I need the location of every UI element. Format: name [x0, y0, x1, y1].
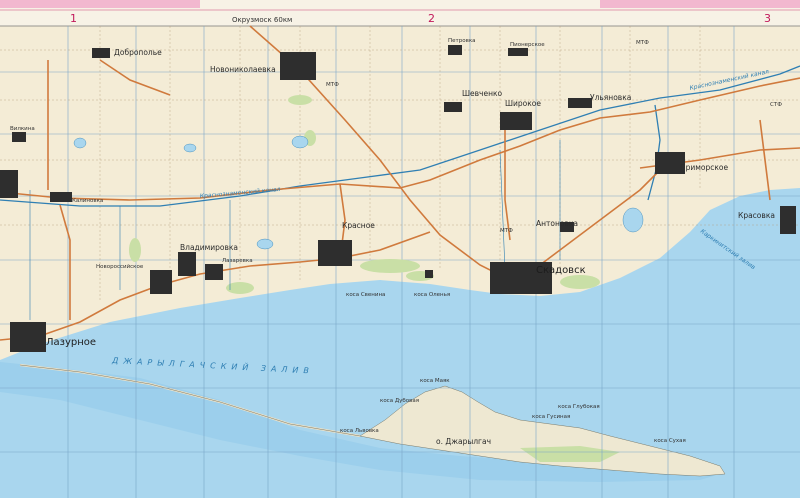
settlement-kalinovka: [50, 192, 72, 202]
label-mtf-1: МТФ: [326, 82, 339, 88]
header-pink-band-left: [0, 0, 200, 8]
label-kosa-svenina: коса Свенина: [346, 292, 385, 298]
label-krasovka: Красовка: [738, 211, 775, 220]
settlement-petrovka: [448, 45, 462, 55]
label-dobropolye: Доброполье: [114, 48, 162, 57]
label-novoross: Новороссийское: [96, 263, 144, 270]
label-vilkina: Вилкина: [10, 126, 35, 132]
settlement-novonikolaevka: [280, 52, 316, 80]
settlement-krasovka: [780, 206, 796, 234]
label-kosa-mayak: коса Маяк: [420, 378, 450, 384]
label-krasnoye: Красное: [342, 221, 375, 230]
label-kalinovka: Калиновка: [72, 198, 103, 204]
label-novonikolaevka: Новониколаевка: [210, 65, 276, 74]
label-petrovka: Петровка: [448, 38, 476, 44]
settlement-novoross: [150, 270, 172, 294]
label-stf: СТФ: [770, 102, 782, 108]
settlement-shevchenko: [444, 102, 462, 112]
label-shirokoe: Широкое: [505, 99, 541, 108]
label-antonovka: Антоновка: [536, 219, 578, 228]
settlement-ulyanovka: [568, 98, 592, 108]
topographic-map: 1 2 3 Окрузмоск 60км Доброполье Новонико…: [0, 0, 800, 498]
label-ulyanovka: Ульяновка: [590, 93, 631, 102]
settlement-pionerskoe: [508, 48, 528, 56]
label-shevchenko: Шевченко: [462, 89, 503, 98]
label-primorskoe: Приморское: [680, 163, 729, 172]
label-kosa-gusinaya: коса Гусиная: [532, 414, 570, 420]
label-pionerskoe: Пионерское: [510, 42, 545, 48]
grid-number-2: 2: [428, 12, 435, 25]
settlement-small: [425, 270, 433, 278]
settlement-lazurnoye: [10, 322, 46, 352]
settlement-west-edge: [0, 170, 18, 198]
header-note: Окрузмоск 60км: [232, 16, 292, 24]
label-vladimirovka: Владимировка: [180, 243, 238, 252]
settlement-vilkina: [12, 132, 26, 142]
label-dzharylgach: о. Джарылгач: [436, 437, 491, 446]
label-lazurnoye: Лазурное: [46, 337, 96, 348]
settlement-krasnoye: [318, 240, 352, 266]
label-mtf-2: МТФ: [500, 228, 513, 234]
label-kosa-lvovka: коса Львовка: [340, 428, 379, 434]
label-kosa-sukhaya: коса Сухая: [654, 438, 686, 444]
settlement-dobropolye: [92, 48, 110, 58]
grid-number-3: 3: [764, 12, 771, 25]
map-header: 1 2 3 Окрузмоск 60км: [0, 0, 800, 27]
settlement-shirokoe: [500, 112, 532, 130]
label-lazarevka: Лазаревка: [222, 258, 253, 264]
label-kosa-glubokaya: коса Глубокая: [558, 404, 600, 410]
label-skadovsk: Скадовск: [536, 265, 586, 276]
header-pink-band-right: [600, 0, 800, 8]
label-kosa-olenya: коса Оленья: [414, 292, 450, 298]
settlement-lazarevka: [205, 264, 223, 280]
grid-number-1: 1: [70, 12, 77, 25]
map-canvas: 1 2 3 Окрузмоск 60км Доброполье Новонико…: [0, 0, 800, 498]
settlement-vladimirovka: [178, 252, 196, 276]
label-kosa-dubovaya: коса Дубовая: [380, 398, 419, 404]
label-mtf-3: МТФ: [636, 40, 649, 46]
